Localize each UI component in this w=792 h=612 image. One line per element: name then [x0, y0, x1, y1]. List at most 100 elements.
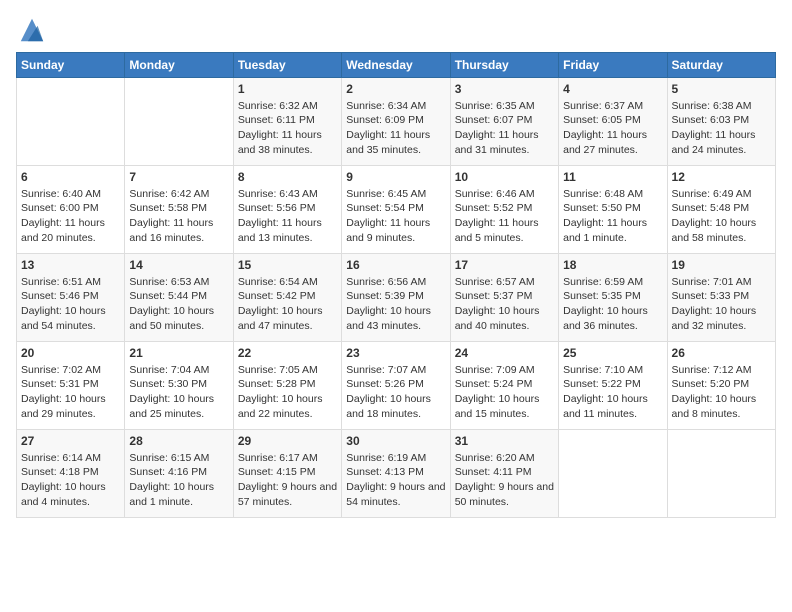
day-number: 7 — [129, 169, 228, 186]
day-info: Sunset: 6:07 PM — [455, 113, 554, 128]
day-number: 6 — [21, 169, 120, 186]
calendar-cell: 24Sunrise: 7:09 AMSunset: 5:24 PMDayligh… — [450, 342, 558, 430]
day-info: Daylight: 10 hours and 1 minute. — [129, 480, 228, 509]
day-number: 28 — [129, 433, 228, 450]
day-info: Sunrise: 7:04 AM — [129, 363, 228, 378]
logo-icon — [18, 16, 46, 44]
day-number: 5 — [672, 81, 771, 98]
day-info: Sunset: 5:22 PM — [563, 377, 662, 392]
day-number: 3 — [455, 81, 554, 98]
day-info: Daylight: 10 hours and 25 minutes. — [129, 392, 228, 421]
weekday-header-row: SundayMondayTuesdayWednesdayThursdayFrid… — [17, 53, 776, 78]
day-info: Sunset: 4:18 PM — [21, 465, 120, 480]
day-info: Sunset: 4:16 PM — [129, 465, 228, 480]
week-row-1: 1Sunrise: 6:32 AMSunset: 6:11 PMDaylight… — [17, 78, 776, 166]
day-info: Sunrise: 6:48 AM — [563, 187, 662, 202]
day-info: Daylight: 10 hours and 36 minutes. — [563, 304, 662, 333]
day-info: Sunset: 5:39 PM — [346, 289, 445, 304]
day-info: Daylight: 10 hours and 29 minutes. — [21, 392, 120, 421]
page-container: SundayMondayTuesdayWednesdayThursdayFrid… — [0, 0, 792, 534]
day-info: Daylight: 10 hours and 50 minutes. — [129, 304, 228, 333]
calendar-cell: 10Sunrise: 6:46 AMSunset: 5:52 PMDayligh… — [450, 166, 558, 254]
day-info: Sunrise: 6:32 AM — [238, 99, 337, 114]
day-info: Sunset: 6:11 PM — [238, 113, 337, 128]
week-row-2: 6Sunrise: 6:40 AMSunset: 6:00 PM Daylight… — [17, 166, 776, 254]
day-info: Sunrise: 6:40 AM — [21, 187, 120, 202]
calendar-cell — [125, 78, 233, 166]
day-number: 9 — [346, 169, 445, 186]
day-info: Daylight: 11 hours and 9 minutes. — [346, 216, 445, 245]
day-info: Sunset: 5:42 PM — [238, 289, 337, 304]
weekday-header-saturday: Saturday — [667, 53, 775, 78]
day-info: Sunset: 5:56 PM — [238, 201, 337, 216]
calendar-cell: 31Sunrise: 6:20 AMSunset: 4:11 PMDayligh… — [450, 430, 558, 518]
day-number: 8 — [238, 169, 337, 186]
day-number: 16 — [346, 257, 445, 274]
day-info: Sunset: 5:20 PM — [672, 377, 771, 392]
day-info: Sunrise: 6:35 AM — [455, 99, 554, 114]
day-number: 15 — [238, 257, 337, 274]
day-number: 22 — [238, 345, 337, 362]
day-number: 12 — [672, 169, 771, 186]
calendar-cell: 7Sunrise: 6:42 AMSunset: 5:58 PMDaylight… — [125, 166, 233, 254]
header — [16, 16, 776, 44]
calendar-cell: 5Sunrise: 6:38 AMSunset: 6:03 PMDaylight… — [667, 78, 775, 166]
day-info: Daylight: 11 hours and 1 minute. — [563, 216, 662, 245]
calendar-cell: 15Sunrise: 6:54 AMSunset: 5:42 PMDayligh… — [233, 254, 341, 342]
day-info: Sunrise: 7:05 AM — [238, 363, 337, 378]
day-info: Sunset: 5:33 PM — [672, 289, 771, 304]
calendar-cell: 20Sunrise: 7:02 AMSunset: 5:31 PMDayligh… — [17, 342, 125, 430]
day-info: Sunrise: 7:09 AM — [455, 363, 554, 378]
day-info: Sunrise: 7:02 AM — [21, 363, 120, 378]
day-number: 21 — [129, 345, 228, 362]
week-row-5: 27Sunrise: 6:14 AMSunset: 4:18 PM Dayligh… — [17, 430, 776, 518]
calendar-cell: 18Sunrise: 6:59 AMSunset: 5:35 PMDayligh… — [559, 254, 667, 342]
calendar-cell: 9Sunrise: 6:45 AMSunset: 5:54 PMDaylight… — [342, 166, 450, 254]
day-info: Daylight: 10 hours and 47 minutes. — [238, 304, 337, 333]
day-info: Daylight: 10 hours and 54 minutes. — [21, 304, 120, 333]
day-info: Sunset: 5:50 PM — [563, 201, 662, 216]
calendar-table: SundayMondayTuesdayWednesdayThursdayFrid… — [16, 52, 776, 518]
day-info: Daylight: 10 hours and 58 minutes. — [672, 216, 771, 245]
day-number: 27 — [21, 433, 120, 450]
calendar-cell: 26Sunrise: 7:12 AMSunset: 5:20 PMDayligh… — [667, 342, 775, 430]
day-info: Daylight: 10 hours and 43 minutes. — [346, 304, 445, 333]
day-number: 4 — [563, 81, 662, 98]
day-info: Sunrise: 6:38 AM — [672, 99, 771, 114]
day-info: Sunrise: 6:14 AM — [21, 451, 120, 466]
day-info: Sunset: 4:15 PM — [238, 465, 337, 480]
day-info: Sunrise: 7:12 AM — [672, 363, 771, 378]
day-info: Sunset: 6:00 PM — [21, 201, 120, 216]
day-number: 24 — [455, 345, 554, 362]
day-info: Daylight: 10 hours and 8 minutes. — [672, 392, 771, 421]
day-info: Sunset: 5:24 PM — [455, 377, 554, 392]
day-number: 1 — [238, 81, 337, 98]
day-info: Daylight: 11 hours and 13 minutes. — [238, 216, 337, 245]
calendar-cell: 22Sunrise: 7:05 AMSunset: 5:28 PMDayligh… — [233, 342, 341, 430]
day-info: Daylight: 11 hours and 5 minutes. — [455, 216, 554, 245]
day-number: 2 — [346, 81, 445, 98]
calendar-cell: 11Sunrise: 6:48 AMSunset: 5:50 PMDayligh… — [559, 166, 667, 254]
calendar-cell: 1Sunrise: 6:32 AMSunset: 6:11 PMDaylight… — [233, 78, 341, 166]
day-info: Daylight: 11 hours and 38 minutes. — [238, 128, 337, 157]
day-number: 10 — [455, 169, 554, 186]
day-info: Daylight: 10 hours and 11 minutes. — [563, 392, 662, 421]
day-info: Daylight: 11 hours and 24 minutes. — [672, 128, 771, 157]
day-number: 30 — [346, 433, 445, 450]
day-info: Sunset: 5:26 PM — [346, 377, 445, 392]
day-info: Daylight: 9 hours and 57 minutes. — [238, 480, 337, 509]
day-info: Daylight: 11 hours and 27 minutes. — [563, 128, 662, 157]
calendar-cell — [667, 430, 775, 518]
day-info: Sunrise: 6:59 AM — [563, 275, 662, 290]
day-info: Sunrise: 6:15 AM — [129, 451, 228, 466]
day-info: Daylight: 11 hours and 35 minutes. — [346, 128, 445, 157]
day-info: Sunset: 4:11 PM — [455, 465, 554, 480]
calendar-cell: 23Sunrise: 7:07 AMSunset: 5:26 PMDayligh… — [342, 342, 450, 430]
day-info: Daylight: 11 hours and 16 minutes. — [129, 216, 228, 245]
day-info: Sunset: 4:13 PM — [346, 465, 445, 480]
day-info: Sunrise: 6:43 AM — [238, 187, 337, 202]
day-info: Sunrise: 7:01 AM — [672, 275, 771, 290]
day-info: Sunrise: 6:45 AM — [346, 187, 445, 202]
day-info: Sunrise: 6:34 AM — [346, 99, 445, 114]
day-info: Daylight: 9 hours and 54 minutes. — [346, 480, 445, 509]
